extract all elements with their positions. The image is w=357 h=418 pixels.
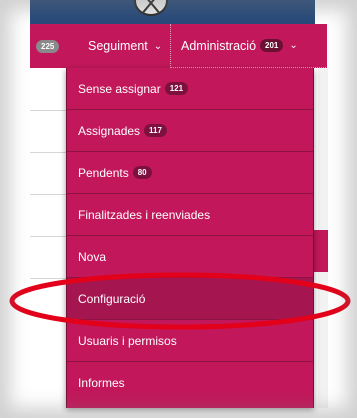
page-content-left xyxy=(30,68,66,408)
menu-item-label: Pendents xyxy=(78,165,129,180)
menu-item-label: Assignades xyxy=(78,123,141,138)
chevron-down-icon: ⌄ xyxy=(153,40,163,52)
logo-emblem-icon[interactable] xyxy=(134,0,168,16)
divider xyxy=(30,278,66,279)
nav-seguiment-label: Seguiment xyxy=(88,39,148,53)
divider xyxy=(30,236,66,237)
nav-item-next[interactable]: A xyxy=(346,24,357,68)
nav-administracio-label: Administració xyxy=(181,38,257,53)
menu-item-sense-assignar[interactable]: Sense assignar 121 xyxy=(67,68,313,110)
nav-item-seguiment[interactable]: Seguiment ⌄ xyxy=(74,24,168,68)
nav-prev-count-badge: 225 xyxy=(36,39,60,53)
menu-item-configuracio[interactable]: Configuració xyxy=(67,278,313,320)
menu-item-finalitzades-i-reenviades[interactable]: Finalitzades i reenviades xyxy=(67,194,313,236)
menu-item-label: Finalitzades i reenviades xyxy=(78,207,211,222)
menu-item-label: Configuració xyxy=(78,291,146,306)
administracio-dropdown-menu: Sense assignar 121 Assignades 117 Penden… xyxy=(66,68,314,408)
divider xyxy=(30,194,66,195)
nav-item-previous[interactable]: 225 xyxy=(30,24,74,68)
menu-item-nova[interactable]: Nova xyxy=(67,236,313,278)
menu-item-assignades[interactable]: Assignades 117 xyxy=(67,110,313,152)
menu-item-label: Usuaris i permisos xyxy=(78,333,177,348)
divider xyxy=(30,152,66,153)
menu-item-label: Nova xyxy=(78,249,107,264)
nav-item-administracio[interactable]: Administració 201 ⌄ xyxy=(170,24,328,68)
main-navbar: 225 Seguiment ⌄ Administració 201 ⌄ A xyxy=(30,24,354,68)
menu-item-usuaris-i-permisos[interactable]: Usuaris i permisos xyxy=(67,320,313,362)
menu-item-label: Informes xyxy=(78,376,125,390)
nav-next-label: A xyxy=(346,39,355,53)
header-banner xyxy=(30,0,315,24)
screenshot-frame: 225 Seguiment ⌄ Administració 201 ⌄ A Se… xyxy=(0,0,357,418)
menu-item-pendents[interactable]: Pendents 80 xyxy=(67,152,313,194)
count-badge: 80 xyxy=(132,166,152,179)
count-badge: 117 xyxy=(144,124,167,137)
page-accent-block xyxy=(314,230,328,272)
menu-item-informes[interactable]: Informes xyxy=(67,362,313,404)
nav-administracio-count-badge: 201 xyxy=(260,39,284,52)
chevron-down-icon: ⌄ xyxy=(289,40,298,51)
divider xyxy=(30,110,66,111)
menu-item-label: Sense assignar xyxy=(78,81,161,96)
count-badge: 121 xyxy=(164,82,189,95)
